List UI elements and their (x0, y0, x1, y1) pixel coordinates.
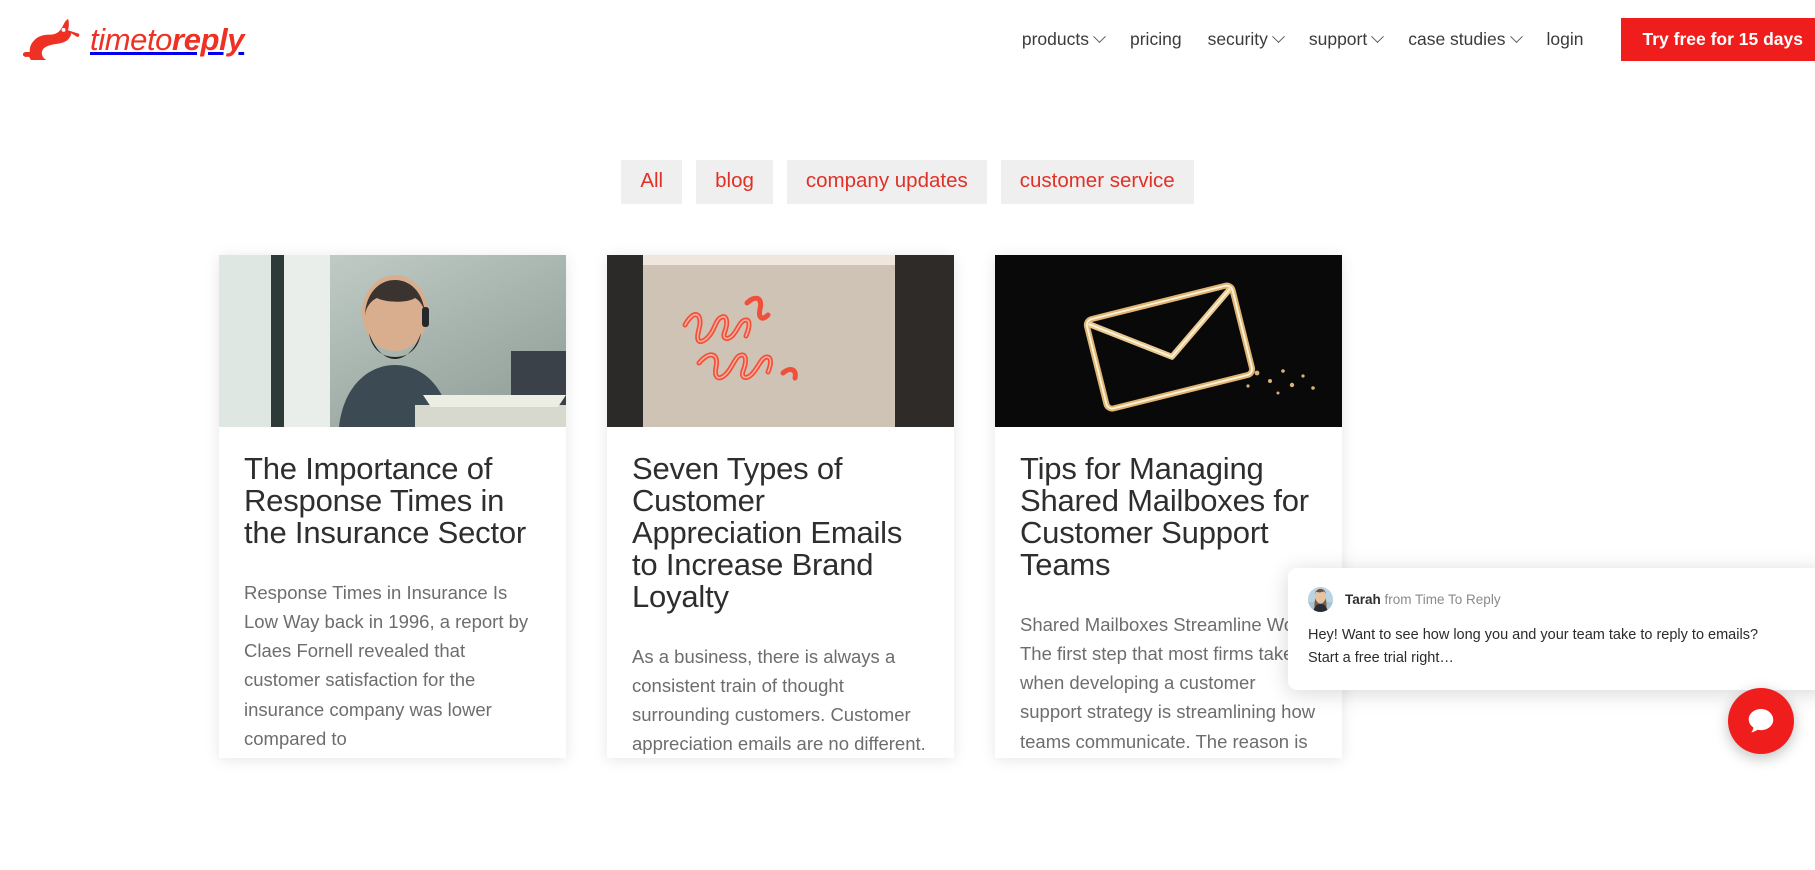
main-navigation: products pricing security support case s… (1009, 0, 1815, 78)
logo-text-light: timeto (90, 21, 173, 57)
filter-tab-customer-service[interactable]: customer service (1000, 160, 1194, 204)
article-title: Seven Types of Customer Appreciation Ema… (632, 450, 903, 614)
nav-label-pricing: pricing (1130, 28, 1182, 49)
article-content: Seven Types of Customer Appreciation Ema… (607, 427, 954, 758)
chevron-down-icon (1509, 29, 1523, 43)
chat-notification-popup[interactable]: Tarah from Time To Reply Hey! Want to se… (1288, 568, 1815, 690)
category-filter-bar: All blog company updates customer servic… (0, 160, 1815, 204)
nav-label-login: login (1546, 28, 1584, 49)
article-excerpt: As a business, there is always a consist… (632, 645, 926, 755)
article-thumbnail (219, 254, 566, 427)
try-free-button[interactable]: Try free for 15 days (1620, 17, 1815, 61)
article-thumbnail (607, 254, 954, 427)
site-header: timetoreply products pricing security su… (0, 0, 1815, 78)
chevron-down-icon (1093, 29, 1106, 43)
article-excerpt: Shared Mailboxes Streamline Work The fir… (1020, 613, 1316, 752)
nav-item-products[interactable]: products (1009, 29, 1117, 50)
article-excerpt: Response Times in Insurance Is Low Way b… (244, 581, 529, 749)
nav-item-pricing[interactable]: pricing (1117, 29, 1195, 50)
article-title: The Importance of Response Times in the … (244, 450, 527, 550)
filter-tab-company-updates[interactable]: company updates (786, 160, 987, 204)
article-card[interactable]: Seven Types of Customer Appreciation Ema… (607, 254, 954, 759)
chat-bubble-icon (1745, 705, 1777, 737)
article-card[interactable]: The Importance of Response Times in the … (219, 254, 566, 759)
logo-text-bold: reply (172, 21, 245, 57)
chat-message-text: Hey! Want to see how long you and your t… (1308, 627, 1759, 667)
chevron-down-icon (1271, 29, 1285, 43)
chat-agent-company: from Time To Reply (1384, 592, 1501, 607)
chat-agent-name: Tarah from Time To Reply (1345, 592, 1501, 607)
nav-label-products: products (1021, 28, 1089, 49)
nav-item-support[interactable]: support (1296, 29, 1395, 50)
filter-tab-blog[interactable]: blog (696, 160, 773, 204)
nav-item-security[interactable]: security (1195, 29, 1296, 50)
nav-label-support: support (1308, 28, 1368, 49)
nav-item-case-studies[interactable]: case studies (1395, 29, 1533, 50)
chat-launcher-button[interactable] (1728, 688, 1794, 754)
article-thumbnail (995, 254, 1342, 427)
nav-label-case-studies: case studies (1408, 28, 1506, 49)
logo-wordmark: timetoreply (90, 21, 245, 57)
chevron-down-icon (1371, 29, 1385, 43)
rabbit-logo-icon (22, 18, 80, 60)
site-logo[interactable]: timetoreply (22, 18, 245, 60)
nav-item-login[interactable]: login (1534, 29, 1597, 50)
nav-label-security: security (1207, 28, 1268, 49)
chat-agent-row: Tarah from Time To Reply (1308, 587, 1806, 612)
filter-tab-all[interactable]: All (621, 160, 683, 204)
article-title: Tips for Managing Shared Mailboxes for C… (1020, 450, 1309, 582)
chat-agent-firstname: Tarah (1345, 592, 1381, 607)
article-content: The Importance of Response Times in the … (219, 427, 566, 753)
avatar (1308, 587, 1333, 612)
